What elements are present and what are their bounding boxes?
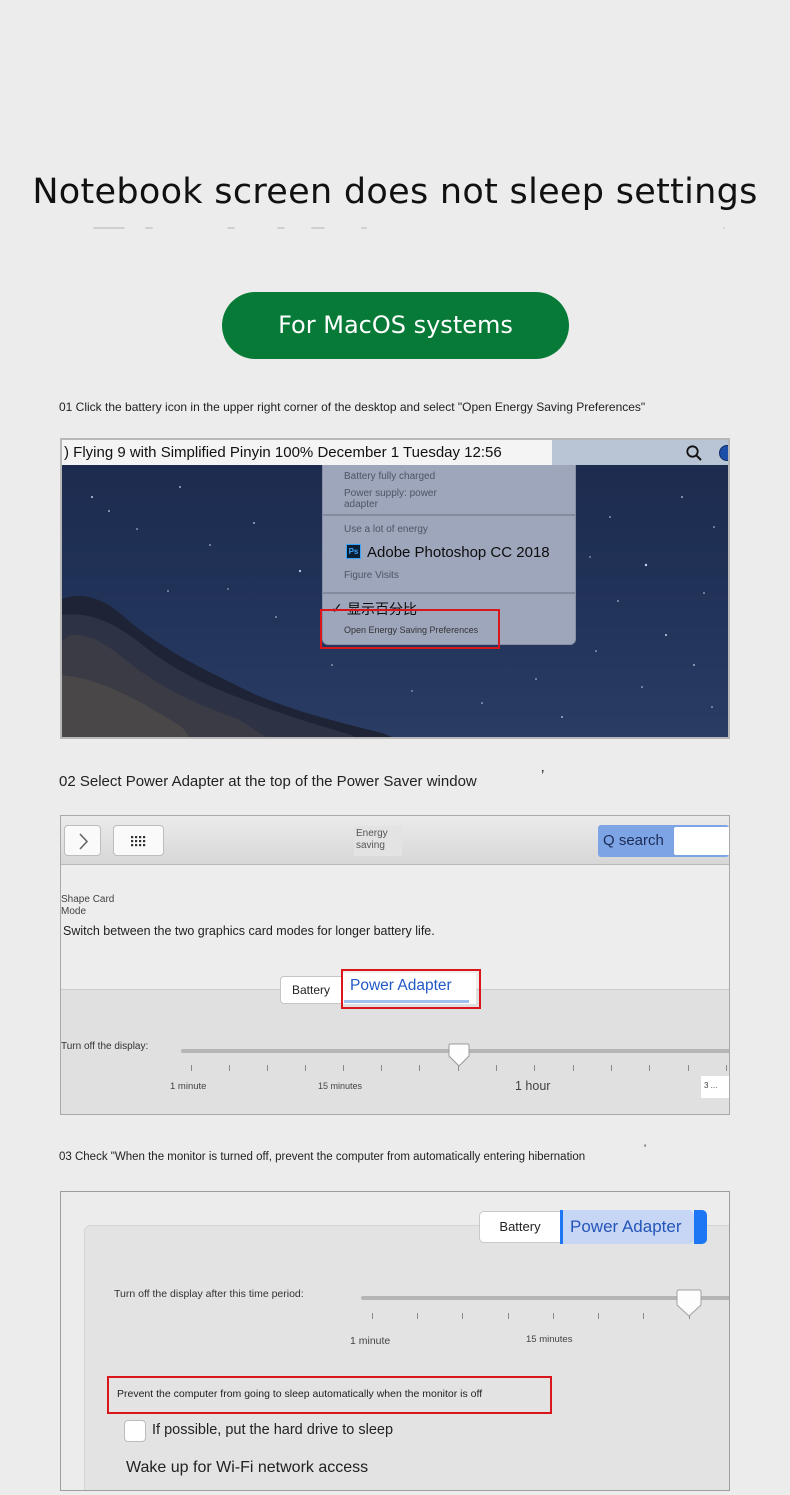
display-off-label: Turn off the display: bbox=[61, 1041, 149, 1052]
tab-accent-edge bbox=[694, 1210, 707, 1244]
tick-label-15-minutes: 15 minutes bbox=[318, 1081, 363, 1091]
title-underline-decoration bbox=[85, 224, 725, 232]
slider-tick bbox=[611, 1065, 612, 1071]
slider-tick bbox=[372, 1313, 373, 1319]
photoshop-icon: Ps bbox=[346, 544, 361, 559]
slider-tick bbox=[508, 1313, 509, 1319]
harddrive-sleep-checkbox[interactable] bbox=[124, 1420, 146, 1442]
display-off-label: Turn off the display after this time per… bbox=[114, 1288, 304, 1300]
wifi-wake-option[interactable]: Wake up for Wi-Fi network access bbox=[126, 1459, 368, 1477]
power-supply-text: Power supply: power adapter bbox=[344, 488, 437, 510]
tick-label-1-hour: 1 hour bbox=[515, 1079, 551, 1093]
graphics-mode-label: Shape Card Mode bbox=[61, 894, 115, 917]
menu-bar-status-text: ) Flying 9 with Simplified Pinyin 100% D… bbox=[62, 440, 552, 465]
slider-tick bbox=[267, 1065, 268, 1071]
step-3-instruction: 03 Check "When the monitor is turned off… bbox=[59, 1151, 586, 1163]
chevron-right-icon bbox=[79, 833, 89, 850]
slider-tick bbox=[573, 1065, 574, 1071]
slider-tick bbox=[191, 1065, 192, 1071]
slider-tick bbox=[229, 1065, 230, 1071]
figure-visits-text: Figure Visits bbox=[344, 570, 399, 581]
menu-item-photoshop[interactable]: Adobe Photoshop CC 2018 bbox=[367, 544, 550, 561]
search-input[interactable] bbox=[674, 827, 729, 855]
page-title: Notebook screen does not sleep settings bbox=[32, 172, 758, 212]
step-3-mark: ' bbox=[644, 1143, 647, 1155]
tab-power-adapter[interactable]: Power Adapter bbox=[560, 1210, 694, 1244]
step-2-instruction: 02 Select Power Adapter at the top of th… bbox=[59, 773, 477, 790]
settings-panel bbox=[84, 1225, 729, 1490]
grid-icon bbox=[131, 836, 146, 847]
tick-label-1-minute: 1 minute bbox=[170, 1081, 207, 1092]
search-icon[interactable] bbox=[685, 444, 703, 462]
tick-label-15-minutes: 15 minutes bbox=[526, 1334, 573, 1345]
menu-separator bbox=[323, 514, 575, 516]
window-toolbar: Energy saving Q search bbox=[61, 816, 729, 865]
slider-tick bbox=[643, 1313, 644, 1319]
highlight-open-preferences bbox=[320, 609, 500, 649]
slider-tick bbox=[726, 1065, 727, 1071]
step-2-mark: ’ bbox=[541, 767, 545, 784]
forward-button[interactable] bbox=[64, 825, 101, 856]
highlight-prevent-sleep bbox=[107, 1376, 552, 1414]
step-1-instruction: 01 Click the battery icon in the upper r… bbox=[59, 400, 646, 414]
slider-tick bbox=[496, 1065, 497, 1071]
search-label: Q search bbox=[603, 832, 664, 849]
macos-badge: For MacOS systems bbox=[222, 292, 569, 359]
battery-status-text: Battery fully charged bbox=[344, 471, 436, 482]
slider-tick bbox=[553, 1313, 554, 1319]
slider-knob[interactable] bbox=[675, 1288, 703, 1320]
screenshot-power-adapter-settings: Battery Power Adapter Turn off the displ… bbox=[60, 1191, 730, 1491]
tab-battery[interactable]: Battery bbox=[479, 1211, 561, 1243]
siri-icon[interactable] bbox=[719, 445, 728, 461]
graphics-mode-description: Switch between the two graphics card mod… bbox=[63, 924, 435, 938]
slider-tick bbox=[417, 1313, 418, 1319]
slider-knob[interactable] bbox=[447, 1042, 471, 1070]
slider-tick bbox=[649, 1065, 650, 1071]
tab-battery[interactable]: Battery bbox=[280, 976, 342, 1004]
search-box[interactable]: Q search bbox=[598, 825, 729, 857]
screenshot-energy-saver-window: Energy saving Q search Shape Card Mode S… bbox=[60, 815, 730, 1115]
tick-label-1-minute: 1 minute bbox=[350, 1335, 391, 1347]
window-title: Energy saving bbox=[354, 826, 402, 856]
slider-tick bbox=[598, 1313, 599, 1319]
slider-tick bbox=[534, 1065, 535, 1071]
slider-tick bbox=[419, 1065, 420, 1071]
tick-label-3-hours: 3 ... bbox=[701, 1076, 729, 1098]
slider-tick bbox=[305, 1065, 306, 1071]
slider-tick bbox=[343, 1065, 344, 1071]
show-all-button[interactable] bbox=[113, 825, 164, 856]
menu-separator bbox=[323, 592, 575, 594]
energy-heading: Use a lot of energy bbox=[344, 524, 428, 535]
slider-tick bbox=[381, 1065, 382, 1071]
slider-tick bbox=[688, 1065, 689, 1071]
slider-tick bbox=[462, 1313, 463, 1319]
highlight-power-adapter-tab bbox=[341, 969, 481, 1009]
screenshot-battery-menu: ) Flying 9 with Simplified Pinyin 100% D… bbox=[60, 438, 730, 739]
menu-bar: ) Flying 9 with Simplified Pinyin 100% D… bbox=[62, 440, 728, 465]
harddrive-sleep-label: If possible, put the hard drive to sleep bbox=[152, 1422, 394, 1438]
